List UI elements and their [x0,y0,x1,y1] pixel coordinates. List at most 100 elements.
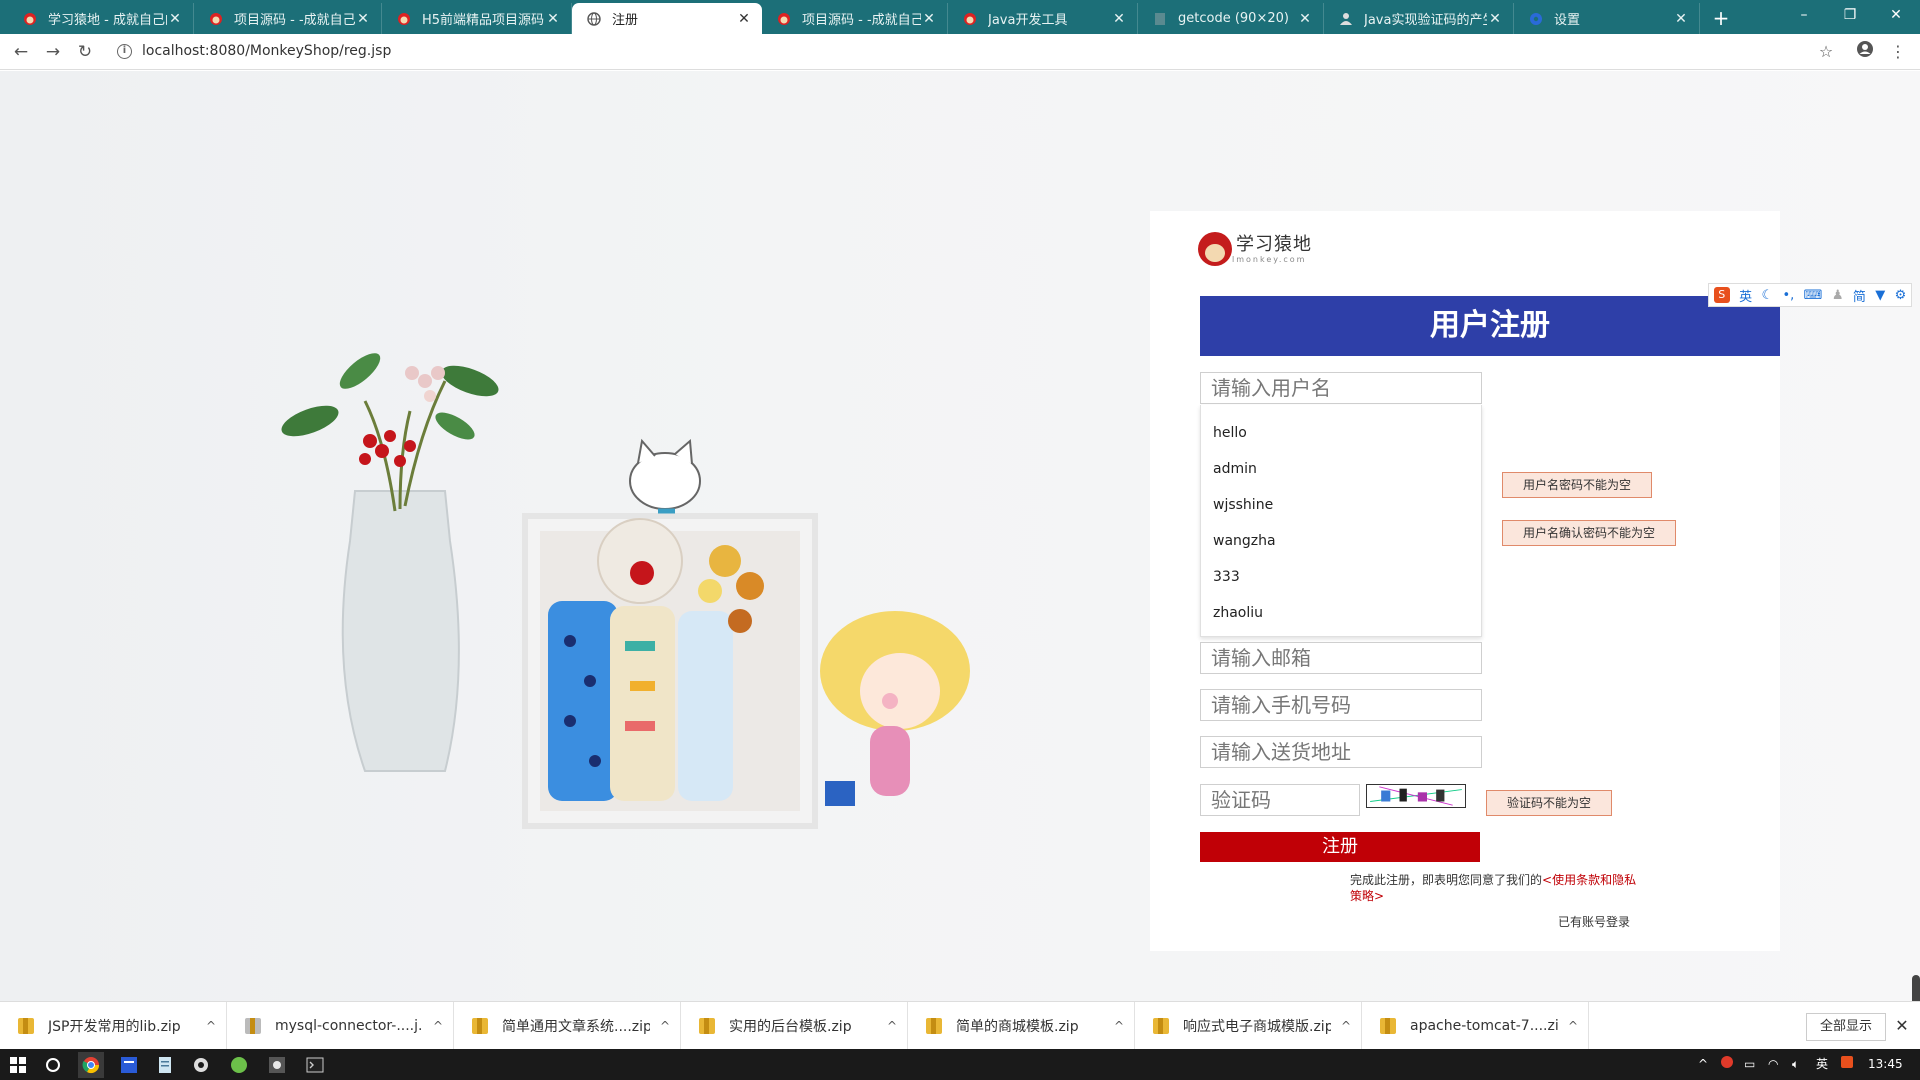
username-input[interactable] [1200,372,1482,404]
chevron-up-icon[interactable]: ^ [877,1019,907,1033]
close-icon[interactable]: ✕ [167,11,183,27]
terminal-icon[interactable] [302,1052,328,1078]
back-arrow-icon[interactable]: ← [9,40,33,64]
tab-project-source[interactable]: 项目源码 - -成就自己的 ✕ [194,3,382,34]
autocomplete-item[interactable]: wangzha [1201,523,1481,559]
login-link[interactable]: 已有账号登录 [1558,913,1630,930]
globe-icon [586,11,602,27]
chevron-up-icon[interactable]: ^ [1331,1019,1361,1033]
idea-app-icon[interactable] [264,1052,290,1078]
close-icon[interactable]: ✕ [736,11,752,27]
download-item[interactable]: mysql-connector-....j... ^ [227,1002,454,1050]
close-icon[interactable]: ✕ [1111,11,1127,27]
password-error-message: 用户名密码不能为空 [1502,472,1652,498]
restore-icon[interactable]: ❐ [1830,3,1870,27]
download-item[interactable]: 简单的商城模板.zip ^ [908,1002,1135,1050]
autocomplete-item[interactable]: 333 [1201,559,1481,595]
tab-settings[interactable]: 设置 ✕ [1514,3,1700,34]
close-icon[interactable]: ✕ [1673,11,1689,27]
tray-language[interactable]: 英 [1816,1055,1828,1073]
show-all-downloads-button[interactable]: 全部显示 [1806,1013,1886,1041]
tab-getcode[interactable]: getcode (90×20) ✕ [1138,3,1324,34]
windows-taskbar: ^ ▭ ◠ 🔈︎ 英 13:45 [0,1049,1920,1080]
autocomplete-item[interactable]: zhaoliu [1201,595,1481,631]
close-icon[interactable]: ✕ [1892,1016,1912,1036]
download-item[interactable]: 简单通用文章系统....zip ^ [454,1002,681,1050]
windows-start-icon[interactable] [5,1052,31,1078]
tray-ime-icon[interactable] [1840,1055,1854,1073]
zip-file-icon [1380,1018,1396,1034]
menu-dots-icon[interactable]: ⋮ [1886,40,1910,64]
tray-wifi-icon[interactable]: ◠ [1768,1055,1778,1073]
punctuation-icon[interactable]: •, [1782,288,1794,303]
chevron-up-icon[interactable]: ^ [196,1019,226,1033]
tab-java-captcha[interactable]: Java实现验证码的产生 ✕ [1324,3,1514,34]
tray-app-icon[interactable] [1720,1055,1734,1073]
email-input[interactable] [1200,642,1482,674]
close-icon[interactable]: ✕ [355,11,371,27]
download-filename: apache-tomcat-7....zip [1410,1018,1558,1034]
autocomplete-item[interactable]: admin [1201,451,1481,487]
minimize-icon[interactable]: – [1784,3,1824,27]
captcha-image[interactable] [1366,784,1466,808]
zip-file-icon [1153,1018,1169,1034]
tray-battery-icon[interactable]: ▭ [1744,1055,1755,1073]
close-icon[interactable]: ✕ [545,11,561,27]
logo-text: 学习猿地 [1236,233,1312,255]
tray-volume-icon[interactable]: 🔈︎ [1792,1055,1799,1073]
tab-register[interactable]: 注册 ✕ [572,3,762,34]
ime-simplified-toggle[interactable]: 简 [1853,286,1866,305]
autocomplete-item[interactable]: hello [1201,415,1481,451]
tab-java-tools[interactable]: Java开发工具 ✕ [948,3,1138,34]
chevron-up-icon[interactable]: ^ [650,1019,680,1033]
skin-icon[interactable]: ▼ [1875,288,1885,303]
address-input[interactable] [1200,736,1482,768]
address-bar[interactable]: localhost:8080/MonkeyShop/reg.jsp [142,43,391,59]
phone-input[interactable] [1200,689,1482,721]
download-item[interactable]: 响应式电子商城模版.zip ^ [1135,1002,1362,1050]
site-logo[interactable]: 学习猿地 lmonkey.com [1198,232,1312,266]
register-button[interactable]: 注册 [1200,832,1480,862]
tab-project-source-2[interactable]: 项目源码 - -成就自己的 ✕ [762,3,948,34]
download-item[interactable]: 实用的后台模板.zip ^ [681,1002,908,1050]
new-tab-button[interactable]: + [1708,5,1734,31]
tab-h5-projects[interactable]: H5前端精品项目源码 ✕ [382,3,572,34]
close-icon[interactable]: ✕ [1487,11,1503,27]
clock[interactable]: 13:45 [1868,1055,1903,1073]
monkey-icon [22,11,38,27]
settings-gear-icon[interactable]: ⚙ [1895,288,1907,303]
gear-app-icon[interactable] [188,1052,214,1078]
sogou-ime-icon[interactable]: S [1713,287,1730,303]
tray-chevron-up-icon[interactable]: ^ [1698,1055,1708,1073]
reload-icon[interactable]: ↻ [73,40,97,64]
chevron-up-icon[interactable]: ^ [1104,1019,1134,1033]
close-icon[interactable]: ✕ [921,11,937,27]
account-icon[interactable] [1853,40,1877,64]
window-close-icon[interactable]: ✕ [1876,3,1916,27]
tab-xuexiyuandi[interactable]: 学习猿地 - 成就自己的 ✕ [8,3,194,34]
chevron-up-icon[interactable]: ^ [423,1019,453,1033]
user-icon[interactable]: ♟ [1832,288,1844,303]
green-app-icon[interactable] [226,1052,252,1078]
moon-icon[interactable]: ☾ [1761,288,1773,303]
download-item[interactable]: apache-tomcat-7....zip ^ [1362,1002,1589,1050]
download-filename: mysql-connector-....j... [275,1018,423,1034]
star-icon[interactable]: ☆ [1814,40,1838,64]
info-icon[interactable]: i [117,44,132,59]
chevron-up-icon[interactable]: ^ [1558,1019,1588,1033]
logo-subtext: lmonkey.com [1232,254,1307,264]
autocomplete-item[interactable]: wjsshine [1201,487,1481,523]
editor-icon[interactable] [116,1052,142,1078]
keyboard-icon[interactable]: ⌨ [1804,288,1823,303]
close-icon[interactable]: ✕ [1297,11,1313,27]
download-item[interactable]: JSP开发常用的lib.zip ^ [0,1002,227,1050]
tab-title: Java实现验证码的产生 [1364,13,1487,28]
monkey-icon [396,11,412,27]
search-circle-icon[interactable] [40,1052,66,1078]
notepad-icon[interactable] [152,1052,178,1078]
captcha-input[interactable] [1200,784,1360,816]
download-bar: JSP开发常用的lib.zip ^ mysql-connector-....j.… [0,1001,1920,1050]
ime-lang-toggle[interactable]: 英 [1739,286,1752,305]
forward-arrow-icon[interactable]: → [41,40,65,64]
chrome-icon[interactable] [78,1052,104,1078]
